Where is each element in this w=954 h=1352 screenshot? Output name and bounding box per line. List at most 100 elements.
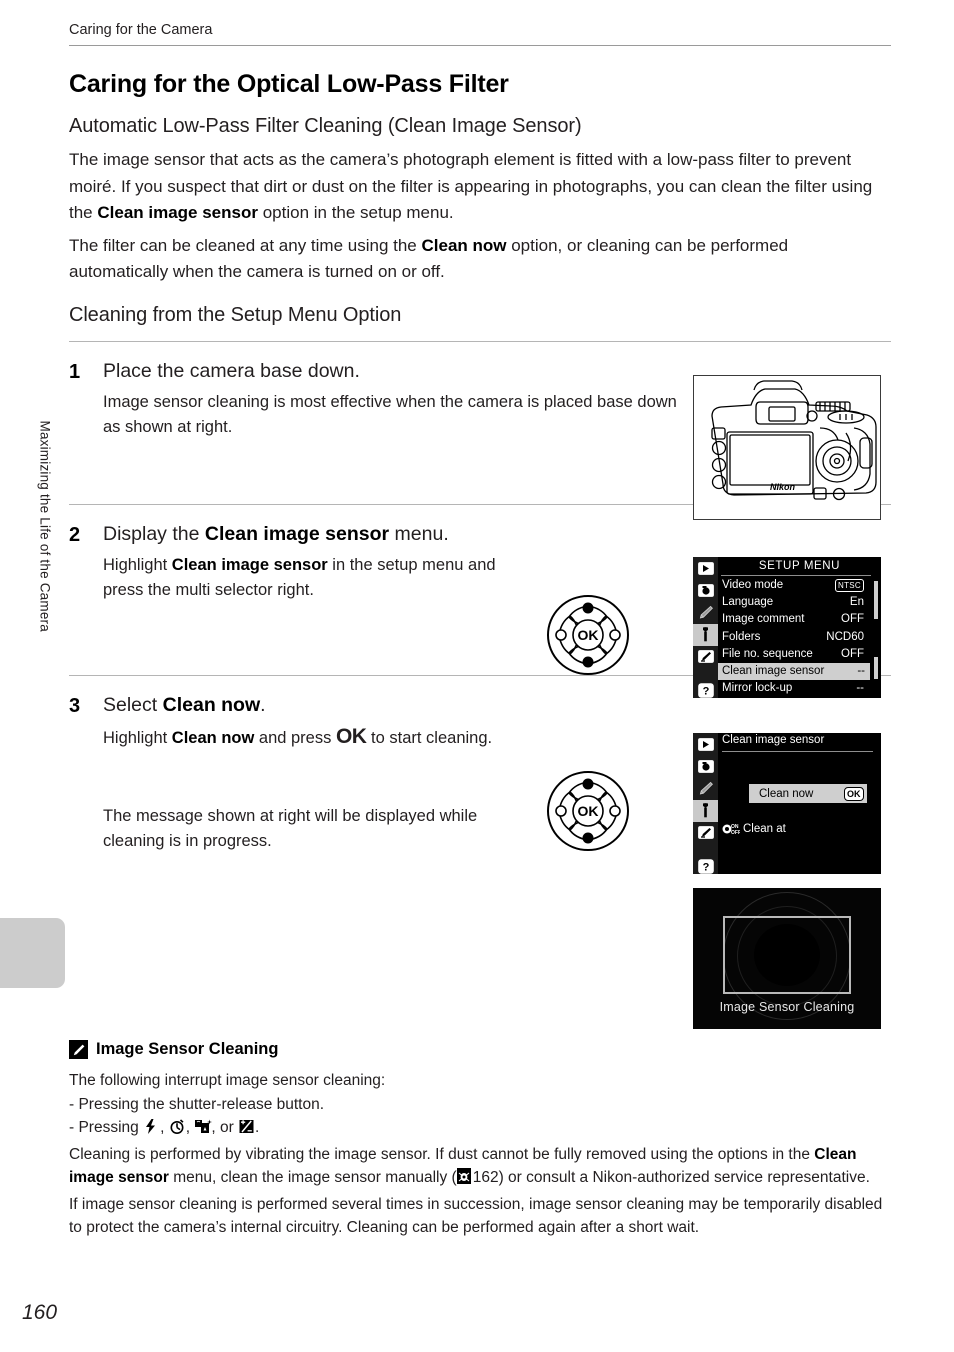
menu-scrollbar-upper[interactable] <box>874 581 878 619</box>
setup-menu-row[interactable]: File no. sequence OFF <box>718 646 881 663</box>
intro-paragraph-2: The filter can be cleaned at any time us… <box>69 233 891 286</box>
video-mode-badge: NTSC <box>835 579 864 592</box>
on-off-toggle-icon: ON OFF <box>722 822 740 835</box>
exposure-compensation-icon <box>239 1119 254 1134</box>
step-3-text-bold: Clean now <box>171 728 255 747</box>
svg-text:OK: OK <box>578 627 599 643</box>
setup-menu-row-value: En <box>849 596 864 609</box>
playback-icon[interactable] <box>693 557 718 579</box>
menu-scrollbar-lower[interactable] <box>874 657 878 679</box>
clean-sensor-menu-title: Clean image sensor <box>722 734 825 746</box>
setup-menu-list: Video mode NTSC Language En Image comment OFF… <box>718 577 881 697</box>
clean-at-menu-item[interactable]: ON OFF Clean at <box>722 822 786 835</box>
step-2-heading-bold: Clean image sensor <box>204 522 390 545</box>
custom-settings-pencil-icon[interactable] <box>693 601 718 623</box>
intro-p2-bold: Clean now <box>421 235 507 255</box>
note-title: Image Sensor Cleaning <box>96 1040 279 1058</box>
custom-settings-pencil-icon[interactable] <box>693 777 718 799</box>
step-2-text-bold: Clean image sensor <box>171 555 328 574</box>
step-3-heading-b: . <box>260 693 266 716</box>
step-3-number: 3 <box>69 694 81 717</box>
multi-selector-diagram-step-2: OK <box>545 594 631 681</box>
note-sep-2: , <box>185 1119 195 1136</box>
svg-text:?: ? <box>702 685 709 697</box>
retouch-brush-icon[interactable] <box>693 646 718 668</box>
page-number: 160 <box>22 1301 58 1324</box>
clean-sensor-title-divider <box>722 751 873 752</box>
multi-selector-svg-2: OK <box>547 771 629 851</box>
setup-menu-row-label: Clean image sensor <box>722 664 825 677</box>
setup-menu-row[interactable]: Clean image sensor -- <box>718 662 870 681</box>
setup-menu-row[interactable]: Language En <box>718 594 881 611</box>
setup-menu-row-value: NTSC <box>835 577 864 594</box>
multi-selector-diagram-step-3: OK <box>545 770 631 857</box>
page-title: Caring for the Optical Low-Pass Filter <box>69 70 509 98</box>
clean-sensor-icon-sidebar: ? <box>693 733 718 874</box>
setup-menu-row[interactable]: Mirror lock-up -- <box>718 680 881 697</box>
ok-badge: OK <box>843 786 864 801</box>
step-3-text-a: Highlight <box>103 728 172 747</box>
setup-menu-row-value: OFF <box>841 613 864 626</box>
clean-image-sensor-menu-screenshot: ? Clean image sensor Clean now OK ON OFF … <box>693 733 881 874</box>
multi-selector-svg: OK <box>547 595 629 675</box>
svg-text:OFF: OFF <box>731 830 740 835</box>
note-paragraph-1: Cleaning is performed by vibrating the i… <box>69 1143 891 1190</box>
setup-menu-icon-sidebar: ? <box>693 557 718 698</box>
svg-text:?: ? <box>702 861 709 873</box>
running-head: Caring for the Camera <box>69 0 891 46</box>
setup-menu-row-value: NCD60 <box>826 630 864 643</box>
note-sep-1: , <box>160 1119 169 1136</box>
step-3-text: Highlight Clean now and press OK to star… <box>103 724 523 751</box>
page-reference-icon <box>456 1168 471 1184</box>
step-3-text-c: to start cleaning. <box>366 728 493 747</box>
step-2-heading-a: Display the <box>103 522 205 545</box>
note-p1-c: ) or consult a Nikon-authorized service … <box>498 1169 870 1186</box>
retouch-brush-icon[interactable] <box>693 822 718 844</box>
setup-menu-title-divider <box>721 575 871 576</box>
playback-icon[interactable] <box>693 733 718 755</box>
clean-now-label: Clean now <box>759 787 814 800</box>
camera-rear-illustration: Nikon <box>693 375 881 520</box>
setup-wrench-icon[interactable] <box>693 799 718 822</box>
clean-now-menu-item[interactable]: Clean now OK <box>749 784 867 803</box>
cleaning-caption: Image Sensor Cleaning <box>719 1000 855 1014</box>
step-3-text-2: The message shown at right will be displ… <box>103 806 478 850</box>
subsection-title-automatic-cleaning: Automatic Low-Pass Filter Cleaning (Clea… <box>69 115 582 137</box>
note-line-3-prefix: - Pressing <box>69 1119 144 1136</box>
step-1-heading: Place the camera base down. <box>103 359 360 382</box>
note-sep-3: , or <box>211 1119 239 1136</box>
help-question-icon[interactable]: ? <box>693 855 718 874</box>
shooting-menu-icon[interactable] <box>693 579 718 601</box>
setup-menu-row[interactable]: Image comment OFF <box>718 611 881 628</box>
help-question-icon[interactable]: ? <box>693 679 718 698</box>
chapter-side-rail: Maximizing the Life of the Camera <box>0 0 66 1352</box>
intro-p1-bold: Clean image sensor <box>97 203 258 222</box>
note-line-1: The following interrupt image sensor cle… <box>69 1072 386 1089</box>
step-1-text: Image sensor cleaning is most effective … <box>103 392 677 436</box>
setup-menu-row-value: -- <box>856 682 864 695</box>
self-timer-icon <box>170 1119 185 1134</box>
flash-mode-icon <box>195 1119 213 1134</box>
step-3-heading: Select Clean now. <box>103 692 523 719</box>
chapter-tab-marker <box>0 918 65 988</box>
note-p1-a: Cleaning is performed by vibrating the i… <box>69 1145 815 1163</box>
step-2-number: 2 <box>69 523 81 546</box>
step-2-heading: Display the Clean image sensor menu. <box>103 521 523 548</box>
note-page-ref-number: 162 <box>472 1169 499 1186</box>
setup-wrench-icon[interactable] <box>693 623 718 646</box>
svg-text:OK: OK <box>578 803 599 819</box>
setup-menu-screenshot: ? SETUP MENU Video mode NTSC Language En Ima… <box>693 557 881 698</box>
intro-p1-part-b: option in the setup menu. <box>257 203 454 222</box>
step-3-heading-a: Select <box>103 693 163 716</box>
flash-icon <box>144 1119 159 1134</box>
step-3-heading-bold: Clean now <box>162 693 261 716</box>
step-2-text: Highlight Clean image sensor in the setu… <box>103 553 523 603</box>
setup-menu-row[interactable]: Folders NCD60 <box>718 629 881 646</box>
note-heading: Image Sensor Cleaning <box>69 1040 891 1059</box>
shooting-menu-icon[interactable] <box>693 755 718 777</box>
subsection-title-setup-menu: Cleaning from the Setup Menu Option <box>69 303 402 326</box>
camera-line-drawing: Nikon <box>711 380 877 501</box>
sensor-dust-blob <box>754 924 820 986</box>
setup-menu-row[interactable]: Video mode NTSC <box>718 577 881 594</box>
step-3-text-b: and press <box>254 728 336 747</box>
